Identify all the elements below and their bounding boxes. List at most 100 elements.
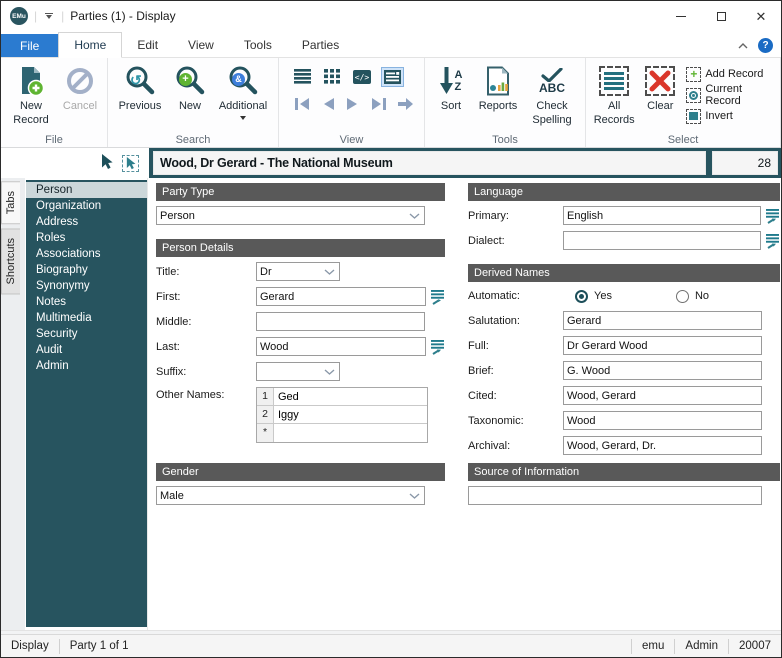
middle-name-input[interactable] (256, 312, 425, 331)
details-view-icon[interactable] (381, 66, 404, 87)
new-record-button[interactable]: New Record (5, 61, 57, 131)
brief-name-input[interactable] (563, 361, 762, 380)
sort-button[interactable]: AZ Sort (429, 61, 473, 117)
sort-label: Sort (440, 100, 462, 112)
last-name-label: Last: (156, 340, 180, 353)
gender-combobox[interactable]: Male (156, 486, 425, 505)
all-records-label: All Records (593, 100, 635, 126)
code-view-icon[interactable]: </> (350, 67, 374, 87)
primary-language-label: Primary: (468, 209, 509, 222)
chevron-down-icon (409, 212, 421, 219)
tab-view[interactable]: View (173, 33, 229, 57)
other-name-input[interactable] (274, 388, 427, 405)
next-record-icon[interactable] (343, 94, 363, 114)
sidebar-item-synonymy[interactable]: Synonymy (26, 278, 147, 294)
add-record-button[interactable]: + Add Record (682, 65, 776, 83)
sidebar-item-admin[interactable]: Admin (26, 358, 147, 374)
grid-view-icon[interactable] (321, 66, 343, 87)
archival-name-input[interactable] (563, 436, 762, 455)
first-name-input[interactable] (256, 287, 426, 306)
last-name-input[interactable] (256, 337, 426, 356)
check-spelling-button[interactable]: ABC Check Spelling (523, 61, 581, 131)
title-combobox[interactable]: Dr (256, 262, 340, 281)
sidebar-item-security[interactable]: Security (26, 326, 147, 342)
clear-selection-button[interactable]: Clear (638, 61, 682, 117)
automatic-yes-option[interactable]: Yes (575, 289, 612, 303)
source-of-information-input[interactable] (468, 486, 762, 505)
quick-access-dropdown-icon[interactable] (43, 13, 55, 19)
other-name-input[interactable] (274, 406, 427, 423)
help-icon[interactable]: ? (758, 38, 773, 53)
chevron-down-icon (324, 368, 336, 375)
all-records-icon (599, 64, 630, 98)
select-region-icon[interactable] (122, 154, 139, 172)
sidebar-item-address[interactable]: Address (26, 214, 147, 230)
maximize-button[interactable] (701, 1, 741, 31)
collapse-ribbon-icon[interactable] (738, 42, 748, 49)
lookup-list-icon[interactable] (430, 289, 445, 305)
sidebar-item-biography[interactable]: Biography (26, 262, 147, 278)
other-name-input[interactable] (274, 424, 427, 442)
minimize-button[interactable] (661, 1, 701, 31)
reports-button[interactable]: Reports (473, 61, 523, 117)
tab-home[interactable]: Home (58, 32, 123, 58)
previous-search-button[interactable]: ↺ Previous (112, 61, 168, 117)
status-user: Admin (674, 638, 728, 654)
goto-record-icon[interactable] (395, 94, 417, 114)
status-record-position: Party 1 of 1 (69, 639, 129, 652)
previous-search-icon: ↺ (125, 64, 155, 98)
last-record-icon[interactable] (368, 94, 390, 114)
additional-search-button[interactable]: & Additional (212, 61, 274, 123)
new-search-badge-icon: + (179, 73, 192, 86)
rail-tab-shortcuts[interactable]: Shortcuts (1, 228, 20, 295)
title-bar: EMu | | Parties (1) - Display ✕ (1, 1, 781, 31)
sidebar-item-associations[interactable]: Associations (26, 246, 147, 262)
current-record-icon (686, 87, 702, 103)
sidebar-item-organization[interactable]: Organization (26, 198, 147, 214)
sidebar-item-person[interactable]: Person (26, 182, 147, 198)
titlebar-separator: | (34, 9, 38, 23)
suffix-combobox[interactable] (256, 362, 340, 381)
sidebar-item-audit[interactable]: Audit (26, 342, 147, 358)
close-button[interactable]: ✕ (741, 1, 781, 31)
cancel-button[interactable]: Cancel (57, 61, 103, 117)
previous-record-icon[interactable] (318, 94, 338, 114)
svg-text:</>: </> (355, 73, 370, 82)
status-connection: emu (631, 638, 674, 654)
tab-edit[interactable]: Edit (122, 33, 173, 57)
lookup-list-icon[interactable] (765, 233, 780, 249)
select-pointer-icon[interactable] (100, 153, 113, 173)
taxonomic-name-input[interactable] (563, 411, 762, 430)
lookup-list-icon[interactable] (430, 339, 445, 355)
sidebar-item-notes[interactable]: Notes (26, 294, 147, 310)
salutation-input[interactable] (563, 311, 762, 330)
primary-language-input[interactable] (563, 206, 761, 225)
lookup-list-icon[interactable] (765, 208, 780, 224)
sidebar-item-multimedia[interactable]: Multimedia (26, 310, 147, 326)
new-search-button[interactable]: + New (168, 61, 212, 117)
clear-selection-icon (645, 64, 676, 98)
section-header-person-details: Person Details (156, 239, 445, 257)
cited-name-input[interactable] (563, 386, 762, 405)
radio-unselected-icon[interactable] (675, 289, 689, 303)
party-type-combobox[interactable]: Person (156, 206, 425, 225)
full-name-input[interactable] (563, 336, 762, 355)
radio-selected-icon[interactable] (575, 289, 588, 303)
tab-parties[interactable]: Parties (287, 33, 354, 57)
rail-tab-tabs[interactable]: Tabs (1, 181, 20, 225)
tab-file[interactable]: File (1, 34, 59, 57)
invert-selection-button[interactable]: Invert (682, 107, 776, 125)
tab-tools[interactable]: Tools (229, 33, 287, 57)
first-record-icon[interactable] (291, 94, 313, 114)
sidebar-item-roles[interactable]: Roles (26, 230, 147, 246)
other-names-new-row: * (257, 424, 427, 442)
current-record-button[interactable]: Current Record (682, 83, 776, 107)
dialect-input[interactable] (563, 231, 761, 250)
all-records-button[interactable]: All Records (590, 61, 638, 131)
archival-name-label: Archival: (468, 439, 511, 452)
group-label-file: File (45, 134, 63, 146)
automatic-no-option[interactable]: No (675, 289, 709, 303)
list-view-icon[interactable] (291, 66, 314, 87)
previous-search-label: Previous (118, 100, 162, 112)
cancel-label: Cancel (62, 100, 98, 112)
